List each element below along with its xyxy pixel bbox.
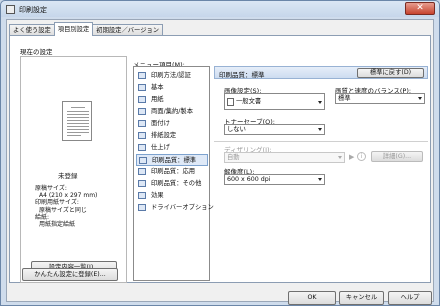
info-line: 原稿サイズと同じ bbox=[39, 206, 87, 214]
printer-icon bbox=[138, 84, 146, 91]
section-title: 印刷品質：標準 bbox=[219, 71, 265, 79]
menu-item-finishing[interactable]: 仕上げ bbox=[136, 142, 208, 154]
print-settings-window: 印刷設定 ✕ よく使う設定 項目別設定 初期設定／バージョン 現在の設定 未登録… bbox=[0, 0, 440, 306]
menu-list[interactable]: 印刷方法/認証 基本 用紙 両面/集約/製本 面付け 排紙設定 仕上げ 印刷品質… bbox=[133, 66, 214, 281]
info-icon: i bbox=[357, 152, 366, 161]
menu-item-basic[interactable]: 基本 bbox=[136, 82, 208, 94]
gear-icon bbox=[138, 204, 146, 211]
detail-pane: 印刷品質：標準 標準に戻す(D) 画像設定(S): 一般文書 画質と速度のバラン… bbox=[214, 66, 428, 281]
lock-icon bbox=[138, 72, 146, 79]
menu-item-paper[interactable]: 用紙 bbox=[136, 94, 208, 106]
registration-status: 未登録 bbox=[58, 172, 78, 180]
cancel-button[interactable]: キャンセル bbox=[339, 291, 384, 305]
current-settings-box: 未登録 原稿サイズ: A4 (210 x 297 mm) 印刷用紙サイズ: 原稿… bbox=[20, 56, 127, 283]
dithering-select[interactable]: 自動 bbox=[224, 152, 345, 163]
close-button[interactable]: ✕ bbox=[405, 2, 435, 15]
tab-panel: 現在の設定 未登録 原稿サイズ: A4 (210 x 297 mm) 印刷用紙サ… bbox=[9, 35, 431, 283]
page-preview-icon bbox=[62, 101, 92, 141]
menu-item-print-method[interactable]: 印刷方法/認証 bbox=[136, 70, 208, 82]
info-line: 用紙指定給紙 bbox=[39, 221, 76, 229]
document-type-select[interactable]: 一般文書 bbox=[224, 93, 325, 110]
duplex-icon bbox=[138, 108, 146, 115]
tab-strip: よく使う設定 項目別設定 初期設定／バージョン bbox=[9, 22, 164, 36]
current-settings-label: 現在の設定 bbox=[20, 48, 53, 56]
tab-detailed-settings[interactable]: 項目別設定 bbox=[53, 22, 94, 36]
settings-summary: 原稿サイズ: A4 (210 x 297 mm) 印刷用紙サイズ: 原稿サイズと… bbox=[35, 185, 125, 228]
effects-icon bbox=[138, 192, 146, 199]
menu-item-quality-standard[interactable]: 印刷品質：標準 bbox=[136, 154, 208, 166]
staple-icon bbox=[138, 144, 146, 151]
menu-item-imposition[interactable]: 面付け bbox=[136, 118, 208, 130]
title-bar: 印刷設定 ✕ bbox=[1, 1, 439, 18]
output-tray-icon bbox=[138, 132, 146, 139]
info-line: 給紙: bbox=[35, 213, 50, 221]
imposition-icon bbox=[138, 120, 146, 127]
toner-save-select[interactable]: しない bbox=[224, 124, 325, 135]
menu-item-effects[interactable]: 効果 bbox=[136, 190, 208, 202]
divider bbox=[214, 141, 428, 142]
restore-defaults-button[interactable]: 標準に戻す(D) bbox=[357, 68, 424, 78]
paper-icon bbox=[138, 96, 146, 103]
menu-item-quality-advanced[interactable]: 印刷品質：応用 bbox=[136, 166, 208, 178]
register-quick-setting-button[interactable]: かんたん設定に登録(E)... bbox=[22, 268, 118, 281]
play-arrow-icon: ▶ bbox=[349, 153, 355, 161]
quality-icon bbox=[138, 180, 146, 187]
menu-item-driver-options[interactable]: ドライバーオプション bbox=[136, 202, 214, 214]
window-title: 印刷設定 bbox=[19, 6, 47, 14]
menu-item-output[interactable]: 排紙設定 bbox=[136, 130, 208, 142]
dialog-body: よく使う設定 項目別設定 初期設定／バージョン 現在の設定 未登録 原稿サイズ:… bbox=[6, 19, 434, 305]
menu-item-duplex[interactable]: 両面/集約/製本 bbox=[136, 106, 208, 118]
resolution-select[interactable]: 600 x 600 dpi bbox=[224, 174, 325, 185]
document-icon bbox=[227, 98, 234, 106]
quality-icon bbox=[139, 157, 147, 164]
ok-button[interactable]: OK bbox=[288, 291, 336, 305]
details-button[interactable]: 詳細(G)... bbox=[371, 151, 423, 162]
quality-balance-select[interactable]: 標準 bbox=[335, 93, 425, 104]
info-line: 原稿サイズ: bbox=[35, 185, 67, 192]
printer-icon bbox=[6, 5, 15, 14]
help-button[interactable]: ヘルプ bbox=[388, 291, 432, 305]
info-line: 印刷用紙サイズ: bbox=[35, 199, 79, 207]
menu-item-quality-other[interactable]: 印刷品質：その他 bbox=[136, 178, 208, 190]
quality-icon bbox=[138, 168, 146, 175]
